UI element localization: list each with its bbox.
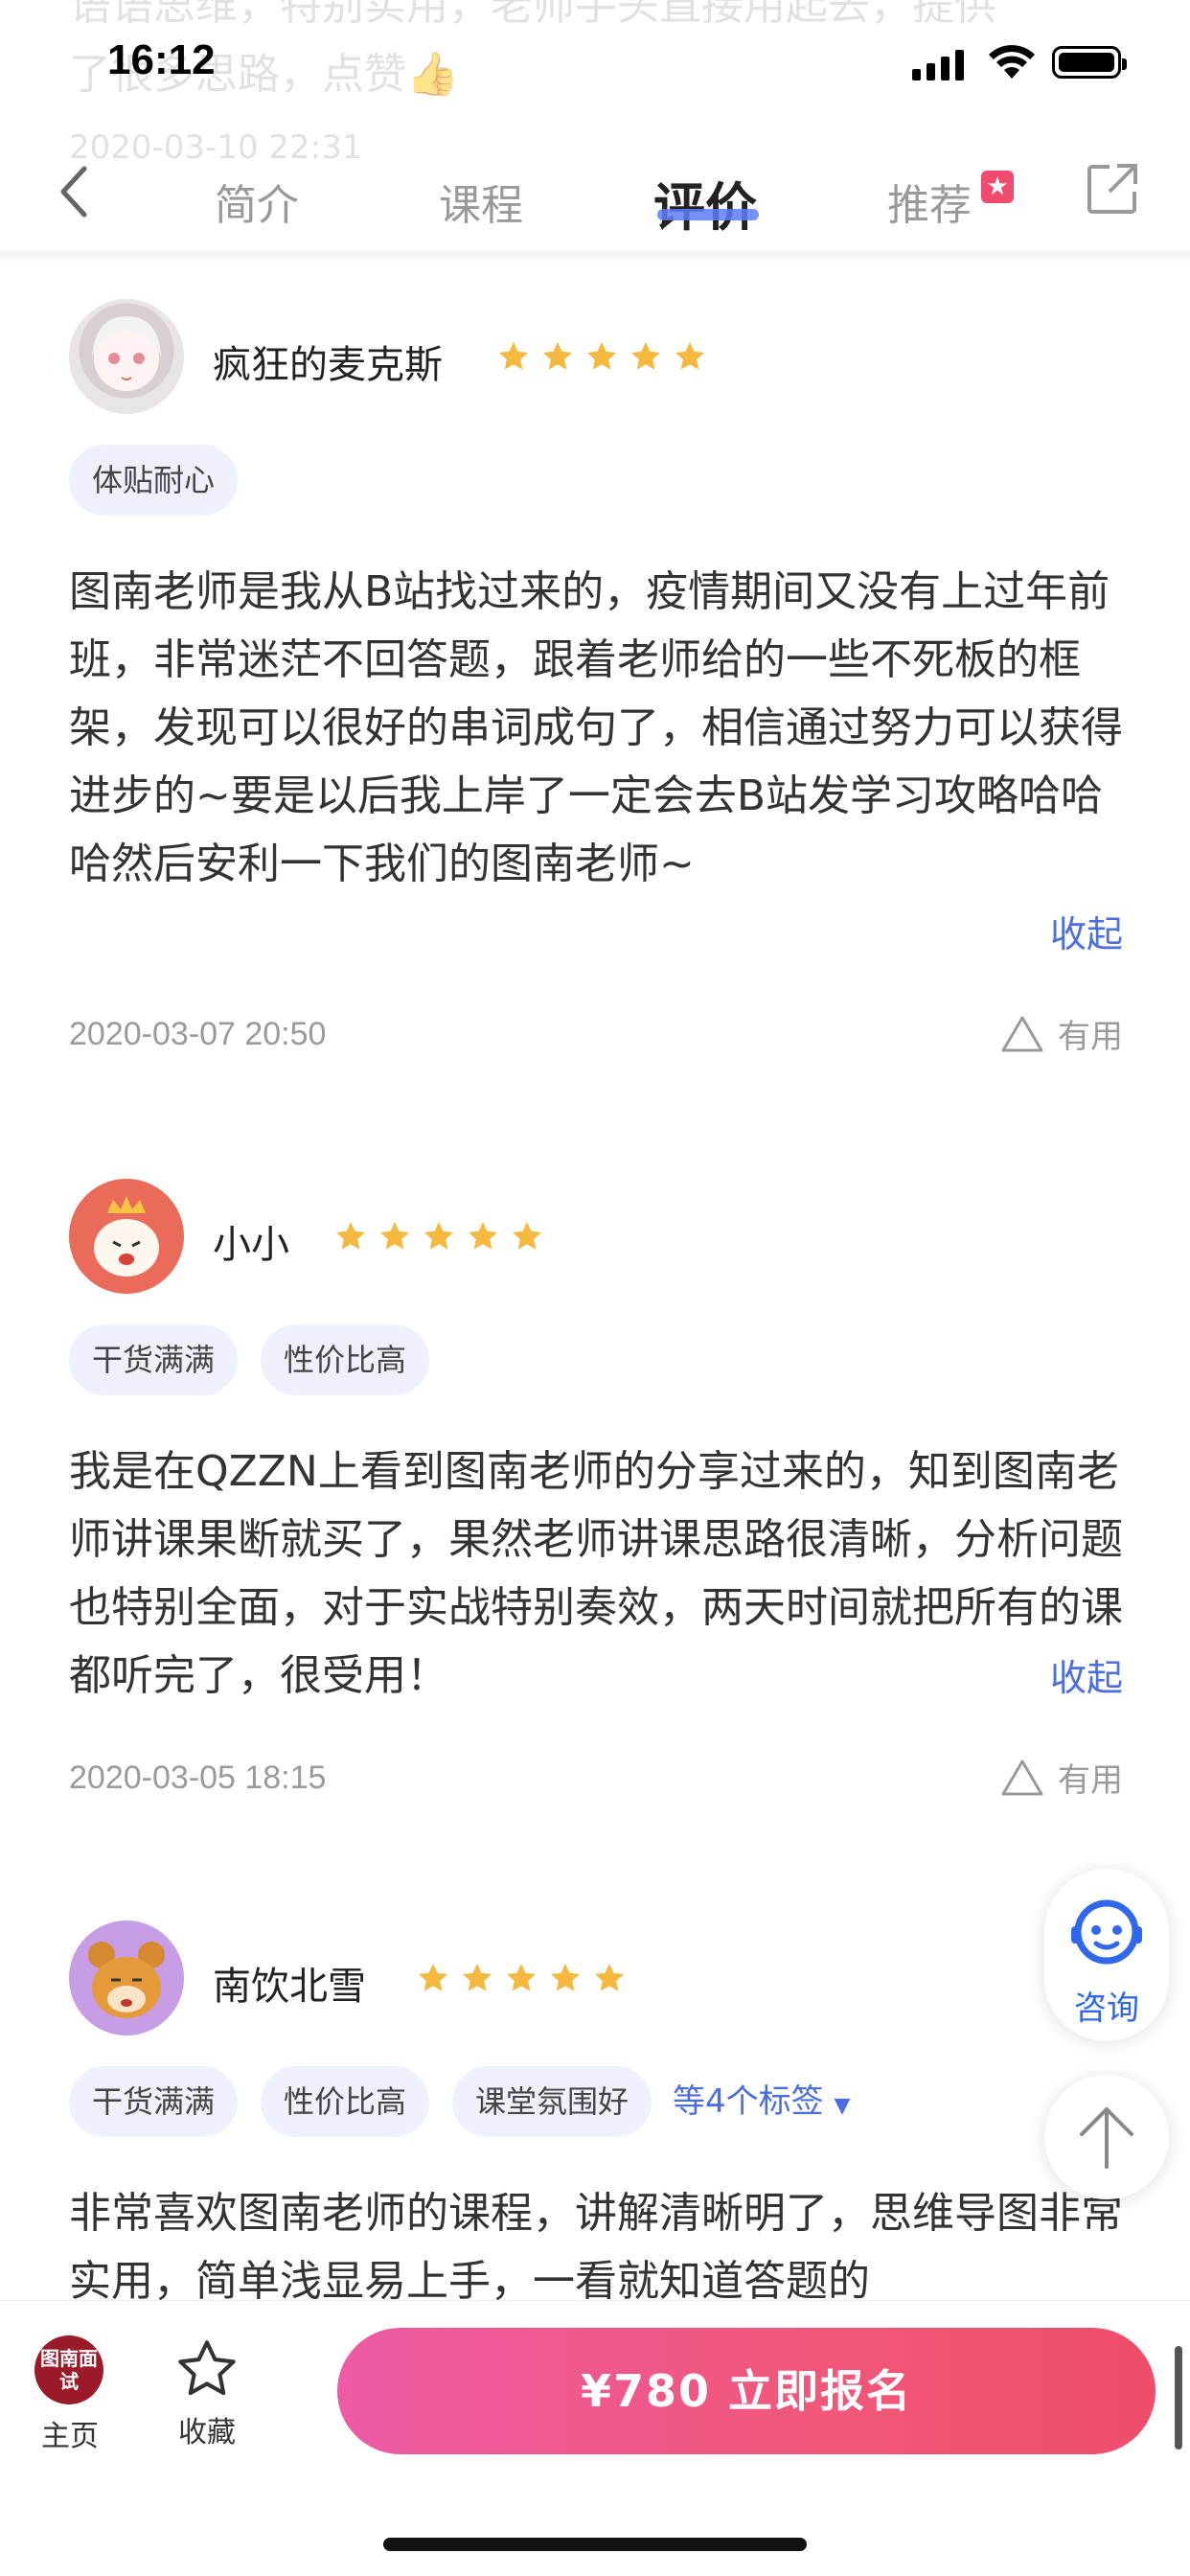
review-body: 我是在QZZN上看到图南老师的分享过来的，知到图南老师讲课果断就买了，果然老师讲…	[69, 1447, 1123, 1700]
collapse-link[interactable]: 收起	[1050, 905, 1123, 957]
review-item: 疯狂的麦克斯 体贴耐心 图南老师是我从B站找过来的，疫情期间又没有上过年前班，非…	[69, 299, 1123, 1066]
review-item: 小小 干货满满 性价比高 我是在QZZN上看到图南老师的分享过来的，知到图南老师…	[69, 1179, 1123, 1850]
review-tag[interactable]: 性价比高	[261, 1324, 430, 1395]
avatar[interactable]	[69, 1179, 184, 1294]
favorite-button[interactable]: 收藏	[169, 2335, 245, 2450]
rating-stars	[496, 339, 707, 374]
star-icon	[424, 1222, 453, 1250]
useful-icon	[1001, 1016, 1043, 1051]
star-icon	[380, 1222, 409, 1250]
home-indicator[interactable]	[383, 2538, 807, 2551]
tab-course[interactable]: 课程	[439, 171, 523, 232]
more-tags-label: 等4个标签	[673, 2082, 824, 2121]
caret-down-icon: ▼	[834, 2094, 851, 2118]
review-tag[interactable]: 体贴耐心	[69, 445, 239, 516]
review-date: 2020-03-07 20:50	[69, 1016, 327, 1052]
battery-icon	[1052, 46, 1127, 79]
share-icon[interactable]	[1085, 161, 1140, 217]
useful-button[interactable]: 有用	[1000, 1754, 1123, 1801]
rating-stars	[333, 1219, 544, 1254]
star-icon	[336, 1222, 365, 1250]
review-tag[interactable]: 性价比高	[261, 2066, 430, 2137]
tab-reviews[interactable]: 评价	[653, 165, 757, 241]
status-bar: 16:12	[0, 0, 1190, 126]
wifi-icon	[989, 45, 1035, 79]
review-tags: 干货满满 性价比高 课堂氛围好 等4个标签 ▼	[69, 2066, 850, 2142]
brand-logo: 图南面试	[34, 2335, 103, 2404]
bottom-action-bar: 图南面试 主页 收藏 ¥780 立即报名	[0, 2300, 1190, 2576]
home-label: 主页	[41, 2420, 99, 2453]
tab-intro[interactable]: 简介	[215, 171, 299, 232]
review-body: 非常喜欢图南老师的课程，讲解清晰明了，思维导图非常实用，简单浅显易上手，一看就知…	[69, 2189, 1123, 2300]
star-icon	[499, 342, 528, 370]
review-tag[interactable]: 干货满满	[69, 1324, 239, 1395]
arrow-up-icon	[1080, 2107, 1133, 2169]
review-tags: 体贴耐心	[69, 445, 239, 516]
review-item: 南饮北雪 干货满满 性价比高 课堂氛围好 等4个标签 ▼ 非常喜欢图南老师的课程…	[69, 1920, 1123, 2300]
more-tags-link[interactable]: 等4个标签 ▼	[673, 2066, 850, 2142]
star-icon	[507, 1964, 536, 1991]
useful-button[interactable]: 有用	[1000, 1010, 1123, 1057]
star-icon	[631, 342, 660, 370]
favorite-label: 收藏	[178, 2416, 236, 2450]
avatar[interactable]	[69, 299, 184, 414]
star-icon	[469, 1222, 497, 1250]
header-divider	[0, 251, 1190, 263]
back-to-top-button[interactable]	[1044, 2075, 1169, 2199]
review-tag[interactable]: 干货满满	[69, 2066, 239, 2137]
useful-label: 有用	[1058, 1761, 1123, 1800]
star-icon	[587, 342, 616, 370]
star-icon	[419, 1964, 447, 1991]
star-icon	[551, 1964, 580, 1991]
collapse-link[interactable]: 收起	[1050, 1648, 1123, 1701]
consult-button[interactable]: 咨询	[1044, 1869, 1169, 2041]
back-arrow-icon[interactable]	[56, 163, 94, 220]
tab-recommend[interactable]: 推荐	[887, 171, 972, 232]
review-username: 南饮北雪	[213, 1965, 366, 2009]
status-time: 16:12	[107, 36, 216, 83]
star-icon	[543, 342, 572, 370]
recommend-badge-icon: ★	[981, 171, 1014, 203]
useful-icon	[1001, 1760, 1043, 1795]
signup-button[interactable]: ¥780 立即报名	[337, 2328, 1156, 2454]
consult-label: 咨询	[1074, 1990, 1139, 2028]
star-icon	[463, 1964, 492, 1991]
review-tags: 干货满满 性价比高	[69, 1324, 430, 1395]
avatar[interactable]	[69, 1920, 184, 2036]
review-username: 疯狂的麦克斯	[213, 343, 443, 387]
review-body: 图南老师是我从B站找过来的，疫情期间又没有上过年前班，非常迷茫不回答题，跟着老师…	[69, 567, 1123, 888]
star-icon	[513, 1222, 541, 1250]
useful-label: 有用	[1058, 1018, 1123, 1056]
review-tag[interactable]: 课堂氛围好	[452, 2066, 652, 2137]
customer-service-icon	[1071, 1899, 1142, 1965]
home-button[interactable]: 图南面试 主页	[34, 2335, 105, 2454]
star-icon	[675, 342, 704, 370]
rating-stars	[416, 1961, 627, 1995]
cellular-signal-icon	[912, 48, 964, 80]
scrollbar[interactable]	[1175, 2346, 1182, 2450]
active-tab-indicator	[657, 209, 759, 220]
star-outline-icon	[178, 2340, 236, 2396]
review-username: 小小	[213, 1223, 289, 1267]
star-icon	[595, 1964, 624, 1991]
review-date: 2020-03-05 18:15	[69, 1760, 327, 1796]
